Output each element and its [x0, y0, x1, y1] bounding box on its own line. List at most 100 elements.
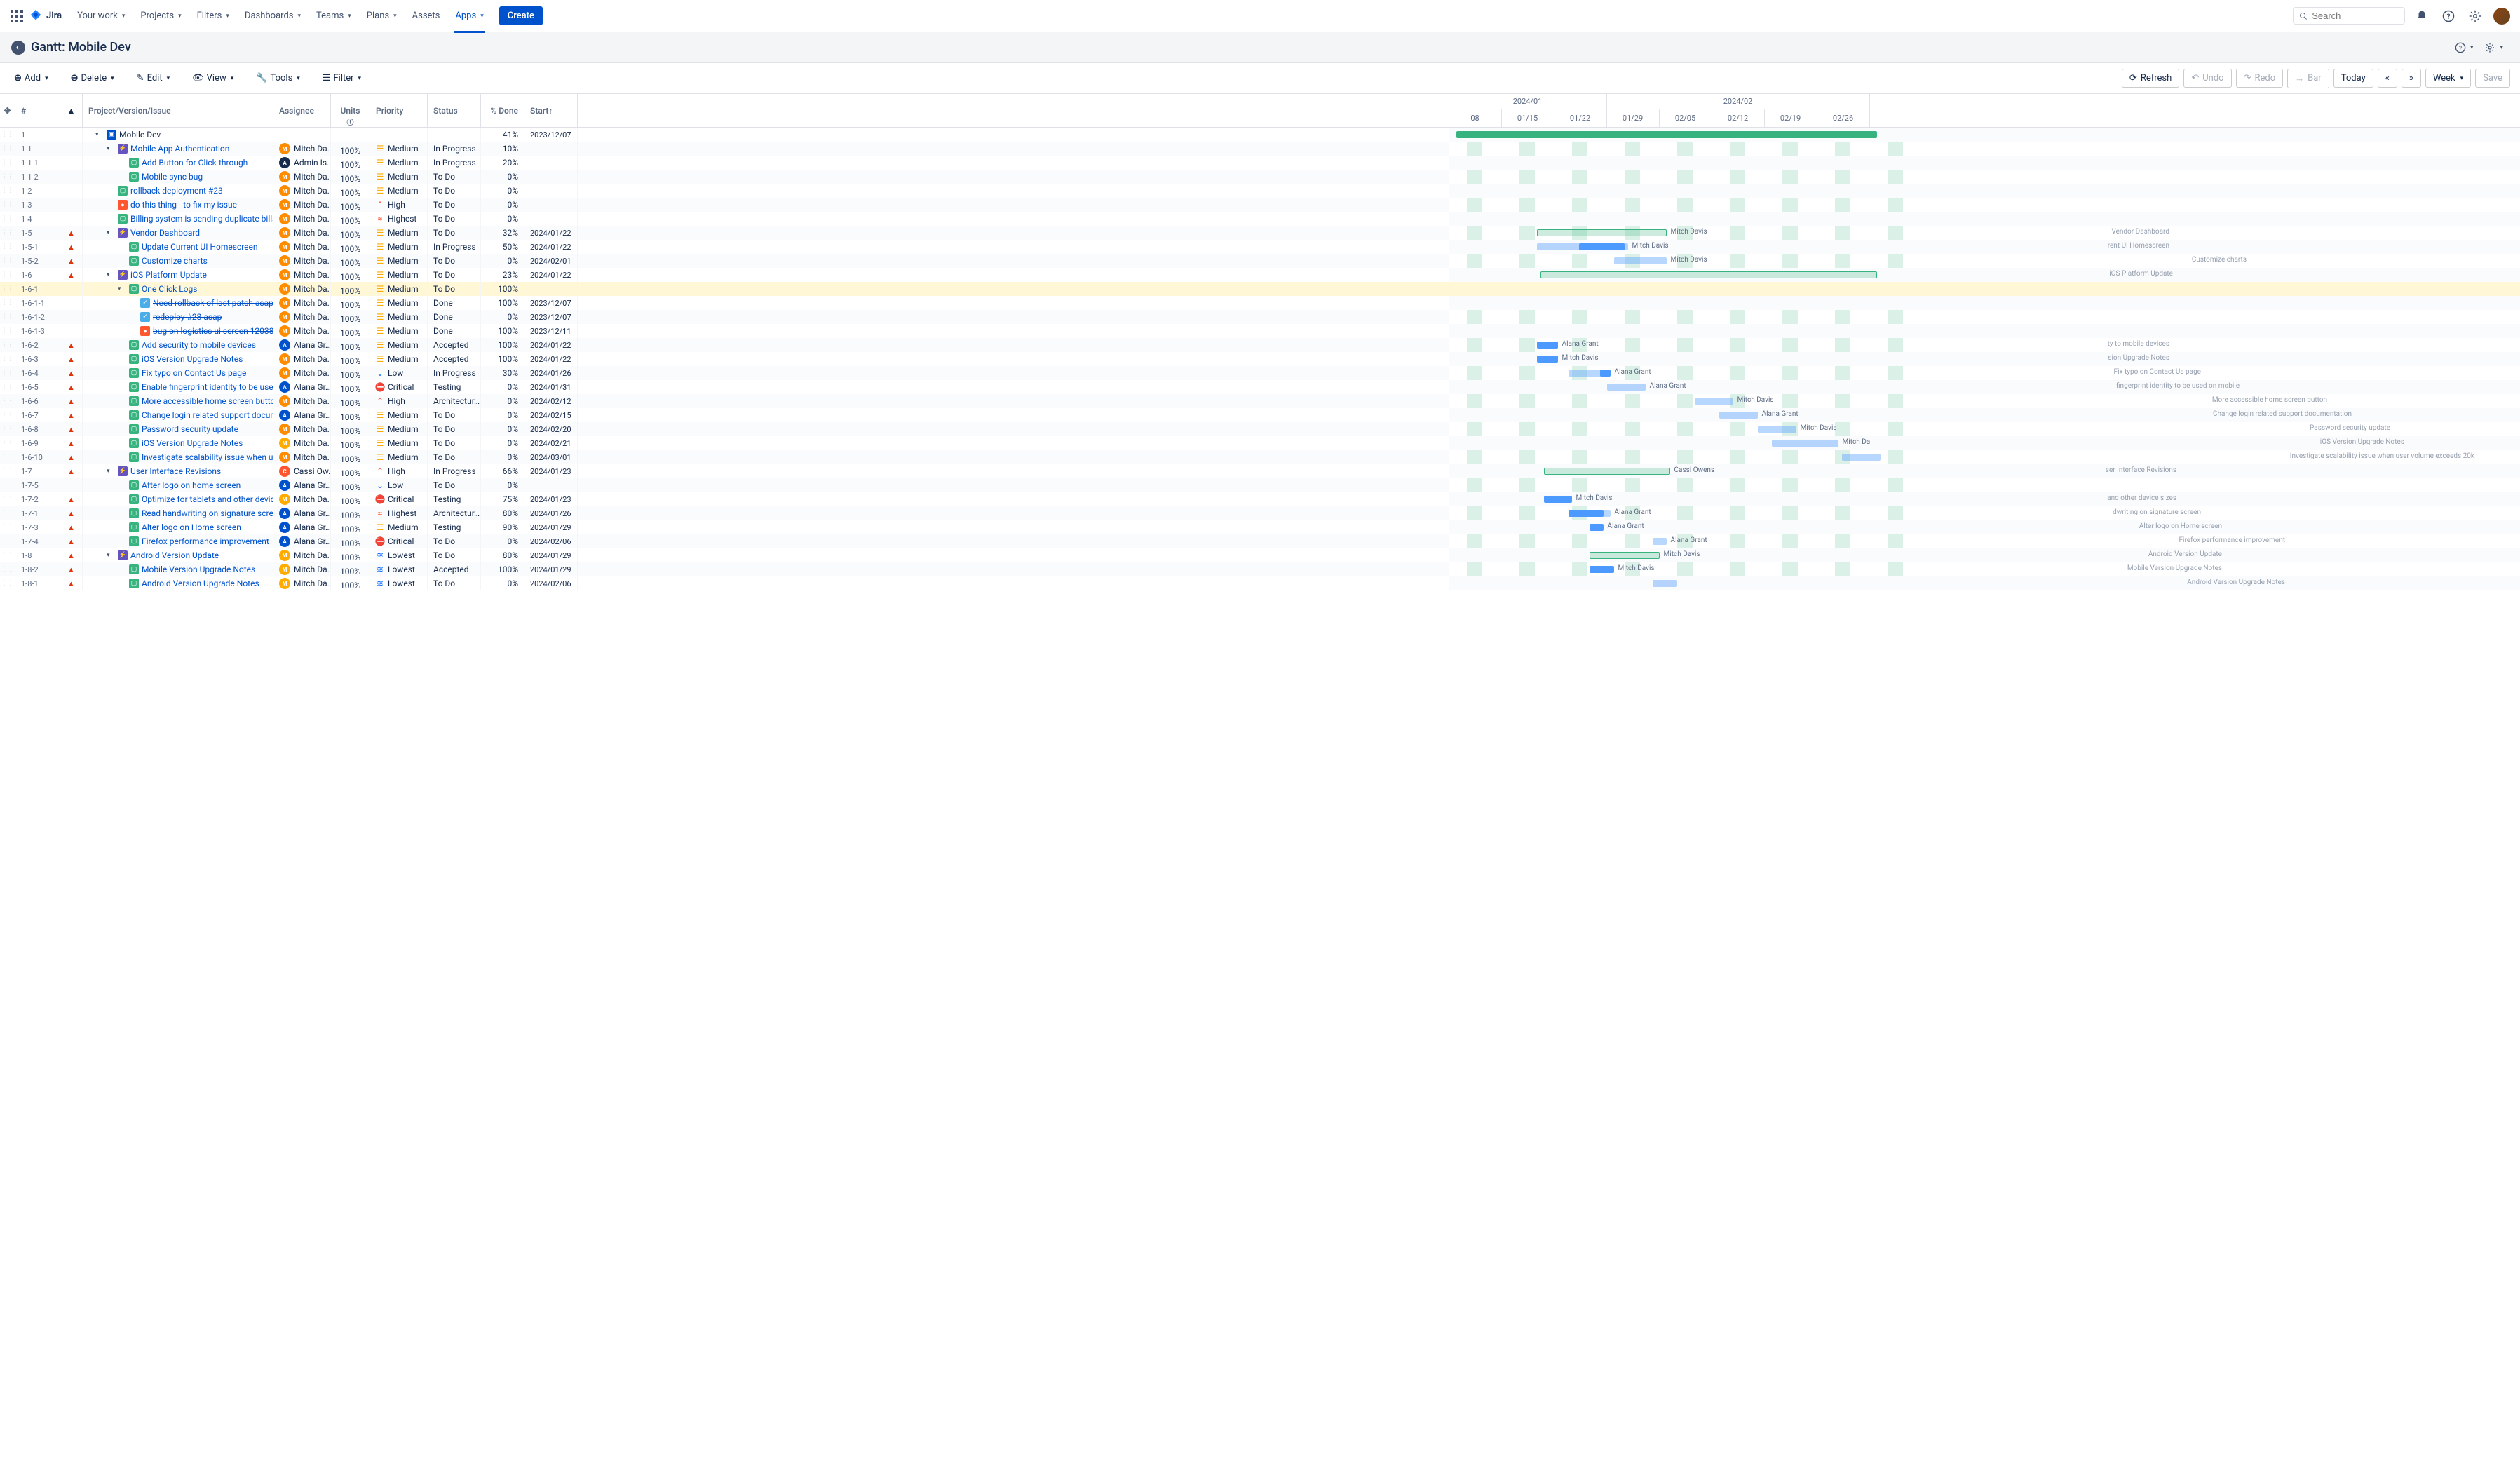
- drag-handle-icon[interactable]: ⋮⋮: [0, 268, 15, 282]
- drag-handle-icon[interactable]: ⋮⋮: [0, 324, 15, 338]
- user-avatar[interactable]: [2492, 6, 2512, 26]
- gantt-bar[interactable]: [1653, 538, 1667, 545]
- scale-dropdown[interactable]: Week ▾: [2425, 69, 2471, 88]
- col-start[interactable]: Start ↑: [524, 94, 578, 127]
- tools-button[interactable]: 🔧Tools▾: [252, 70, 304, 86]
- gantt-row[interactable]: ser Interface RevisionsCassi Owens: [1449, 464, 2520, 478]
- issue-title[interactable]: Android Version Upgrade Notes: [142, 579, 259, 588]
- table-row[interactable]: ⋮⋮1-5-1▲▢Update Current UI HomescreenMMi…: [0, 240, 1449, 254]
- gantt-bar[interactable]: [1540, 271, 1877, 278]
- expand-toggle-icon[interactable]: ▾: [95, 131, 104, 138]
- nav-teams[interactable]: Teams▾: [309, 6, 358, 25]
- nav-plans[interactable]: Plans▾: [360, 6, 404, 25]
- help-dropdown[interactable]: ?▾: [2449, 39, 2479, 56]
- gantt-row[interactable]: [1449, 128, 2520, 142]
- gantt-bar-progress[interactable]: [1579, 243, 1625, 250]
- gantt-row[interactable]: Android Version Upgrade Notes: [1449, 576, 2520, 590]
- table-row[interactable]: ⋮⋮1-1-2▢Mobile sync bugMMitch Da…100%☰Me…: [0, 170, 1449, 184]
- search-input[interactable]: [2312, 11, 2399, 21]
- table-row[interactable]: ⋮⋮1-1▾⚡Mobile App AuthenticationMMitch D…: [0, 142, 1449, 156]
- gantt-bar-progress[interactable]: [1600, 370, 1611, 377]
- drag-handle-icon[interactable]: ⋮⋮: [0, 408, 15, 422]
- drag-handle-icon[interactable]: ⋮⋮: [0, 226, 15, 240]
- gantt-row[interactable]: rent UI HomescreenMitch Davis: [1449, 240, 2520, 254]
- gantt-bar[interactable]: [1537, 356, 1558, 363]
- drag-handle-icon[interactable]: ⋮⋮: [0, 450, 15, 464]
- gantt-row[interactable]: [1449, 156, 2520, 170]
- issue-title[interactable]: iOS Platform Update: [130, 270, 207, 280]
- drag-handle-icon[interactable]: ⋮⋮: [0, 282, 15, 296]
- table-row[interactable]: ⋮⋮1-6-3▲▢iOS Version Upgrade NotesMMitch…: [0, 352, 1449, 366]
- help-icon[interactable]: ?: [2439, 6, 2458, 26]
- gantt-row[interactable]: Mobile Version Upgrade NotesMitch Davis: [1449, 562, 2520, 576]
- drag-handle-icon[interactable]: ⋮⋮: [0, 184, 15, 198]
- nav-apps[interactable]: Apps▾: [448, 6, 490, 25]
- col-drag-handle[interactable]: ✥: [0, 94, 15, 127]
- issue-title[interactable]: iOS Version Upgrade Notes: [142, 438, 243, 448]
- issue-title[interactable]: Enable fingerprint identity to be used …: [142, 382, 273, 392]
- gantt-row[interactable]: [1449, 170, 2520, 184]
- table-row[interactable]: ⋮⋮1-6-7▲▢Change login related support do…: [0, 408, 1449, 422]
- issue-title[interactable]: iOS Version Upgrade Notes: [142, 354, 243, 364]
- gantt-bar[interactable]: [1544, 468, 1670, 475]
- gantt-row[interactable]: [1449, 198, 2520, 212]
- create-button[interactable]: Create: [499, 6, 543, 25]
- table-row[interactable]: ⋮⋮1-6-9▲▢iOS Version Upgrade NotesMMitch…: [0, 436, 1449, 450]
- drag-handle-icon[interactable]: ⋮⋮: [0, 492, 15, 506]
- gantt-row[interactable]: Vendor DashboardMitch Davis: [1449, 226, 2520, 240]
- table-row[interactable]: ⋮⋮1-6-1-3●bug on logistics ui screen 120…: [0, 324, 1449, 338]
- gantt-row[interactable]: [1449, 184, 2520, 198]
- view-button[interactable]: 👁View▾: [188, 70, 238, 86]
- expand-toggle-icon[interactable]: ▾: [107, 468, 115, 475]
- drag-handle-icon[interactable]: ⋮⋮: [0, 142, 15, 156]
- gantt-row[interactable]: sion Upgrade NotesMitch Davis: [1449, 352, 2520, 366]
- prev-button[interactable]: «: [2378, 69, 2397, 88]
- drag-handle-icon[interactable]: ⋮⋮: [0, 478, 15, 492]
- drag-handle-icon[interactable]: ⋮⋮: [0, 436, 15, 450]
- table-row[interactable]: ⋮⋮1-6-8▲▢Password security updateMMitch …: [0, 422, 1449, 436]
- drag-handle-icon[interactable]: ⋮⋮: [0, 534, 15, 548]
- gantt-row[interactable]: [1449, 310, 2520, 324]
- gantt-bar[interactable]: [1537, 342, 1558, 349]
- gantt-row[interactable]: dwriting on signature screenAlana Grant: [1449, 506, 2520, 520]
- issue-title[interactable]: Android Version Update: [130, 550, 219, 560]
- bar-button[interactable]: → Bar: [2287, 69, 2329, 88]
- gantt-bar[interactable]: [1544, 496, 1572, 503]
- issue-title[interactable]: Fix typo on Contact Us page: [142, 368, 246, 378]
- gantt-bar[interactable]: [1695, 398, 1733, 405]
- issue-title[interactable]: Mobile sync bug: [142, 172, 203, 182]
- table-row[interactable]: ⋮⋮1-7-5▢After logo on home screenAAlana …: [0, 478, 1449, 492]
- table-row[interactable]: ⋮⋮1-1-1▢Add Button for Click-throughAAdm…: [0, 156, 1449, 170]
- issue-title[interactable]: Billing system is sending duplicate bill…: [130, 214, 273, 224]
- col-done[interactable]: % Done: [481, 94, 524, 127]
- issue-title[interactable]: Alter logo on Home screen: [142, 522, 241, 532]
- jira-logo[interactable]: Jira: [28, 8, 62, 24]
- gantt-row[interactable]: Customize chartsMitch Davis: [1449, 254, 2520, 268]
- table-row[interactable]: ⋮⋮1-4▢Billing system is sending duplicat…: [0, 212, 1449, 226]
- col-status[interactable]: Status: [428, 94, 481, 127]
- gantt-row[interactable]: [1449, 324, 2520, 338]
- issue-title[interactable]: Update Current UI Homescreen: [142, 242, 258, 252]
- issue-title[interactable]: More accessible home screen button: [142, 396, 273, 406]
- issue-title[interactable]: Mobile Version Upgrade Notes: [142, 564, 255, 574]
- gantt-row[interactable]: fingerprint identity to be used on mobil…: [1449, 380, 2520, 394]
- refresh-button[interactable]: ⟳ Refresh: [2122, 69, 2179, 88]
- gantt-row[interactable]: Android Version UpdateMitch Davis: [1449, 548, 2520, 562]
- expand-toggle-icon[interactable]: ▾: [107, 229, 115, 236]
- gantt-row[interactable]: Change login related support documentati…: [1449, 408, 2520, 422]
- search-box[interactable]: [2293, 7, 2405, 25]
- gantt-body[interactable]: Vendor DashboardMitch Davisrent UI Homes…: [1449, 128, 2520, 590]
- gantt-row[interactable]: [1449, 296, 2520, 310]
- col-issue[interactable]: Project/Version/Issue: [83, 94, 273, 127]
- table-row[interactable]: ⋮⋮1-6-1-1✓Need rollback of last patch as…: [0, 296, 1449, 310]
- gantt-row[interactable]: [1449, 478, 2520, 492]
- gantt-row[interactable]: and other device sizesMitch Davis: [1449, 492, 2520, 506]
- issue-title[interactable]: User Interface Revisions: [130, 466, 221, 476]
- drag-handle-icon[interactable]: ⋮⋮: [0, 506, 15, 520]
- issue-title[interactable]: rollback deployment #23: [130, 186, 223, 196]
- table-row[interactable]: ⋮⋮1-5▲▾⚡Vendor DashboardMMitch Da…100%☰M…: [0, 226, 1449, 240]
- nav-dashboards[interactable]: Dashboards▾: [238, 6, 308, 25]
- delete-button[interactable]: ⊖Delete▾: [67, 70, 118, 86]
- drag-handle-icon[interactable]: ⋮⋮: [0, 394, 15, 408]
- gantt-bar[interactable]: [1842, 454, 1881, 461]
